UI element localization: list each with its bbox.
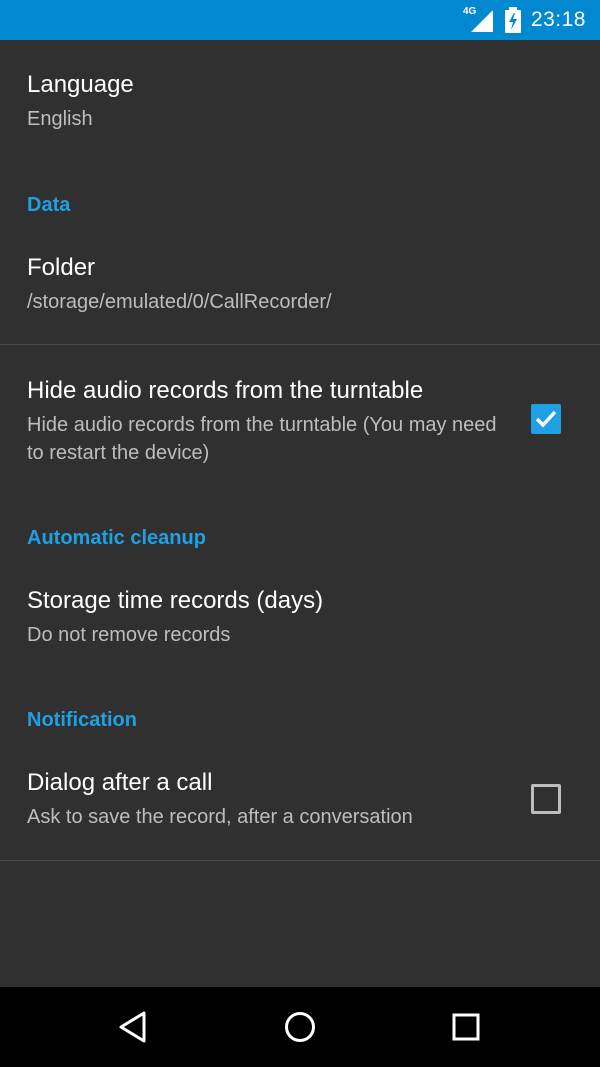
folder-title: Folder [27,254,96,281]
storage-time-summary: Do not remove records [27,624,231,646]
divider [0,860,600,861]
category-data: Data [27,194,71,216]
navigation-bar [0,987,600,1067]
dialog-after-call-preference[interactable]: Dialog after a call Ask to save the reco… [0,745,600,859]
hide-audio-summary: Hide audio records from the turntable (Y… [27,414,497,464]
language-summary: English [27,108,93,130]
home-button[interactable] [260,987,340,1067]
settings-list: Language English Data Folder /storage/em… [0,40,600,987]
hide-audio-preference[interactable]: Hide audio records from the turntable Hi… [0,345,600,505]
storage-time-preference[interactable]: Storage time records (days) Do not remov… [0,563,600,693]
home-icon [285,1012,315,1042]
signal-4g-icon: 4G [463,6,495,34]
status-time: 23:18 [530,8,586,31]
hide-audio-title: Hide audio records from the turntable [27,377,424,404]
storage-time-title: Storage time records (days) [27,587,324,614]
checkmark-icon [535,410,557,428]
battery-charging-icon [504,7,521,33]
dialog-after-call-checkbox[interactable] [531,784,561,814]
folder-summary: /storage/emulated/0/CallRecorder/ [27,291,332,313]
hide-audio-checkbox[interactable] [531,404,561,434]
dialog-after-call-summary: Ask to save the record, after a conversa… [27,806,413,828]
status-icons: 4G 23:18 [463,0,586,40]
language-preference[interactable]: Language English [0,40,600,165]
recents-button[interactable] [426,987,506,1067]
recents-icon [452,1013,480,1041]
back-button[interactable] [94,987,174,1067]
category-automatic-cleanup: Automatic cleanup [27,527,206,549]
dialog-after-call-title: Dialog after a call [27,769,213,796]
back-icon [119,1011,146,1043]
folder-preference[interactable]: Folder /storage/emulated/0/CallRecorder/ [0,230,600,344]
category-notification: Notification [27,709,137,731]
language-title: Language [27,71,134,98]
status-bar: 4G 23:18 [0,0,600,40]
